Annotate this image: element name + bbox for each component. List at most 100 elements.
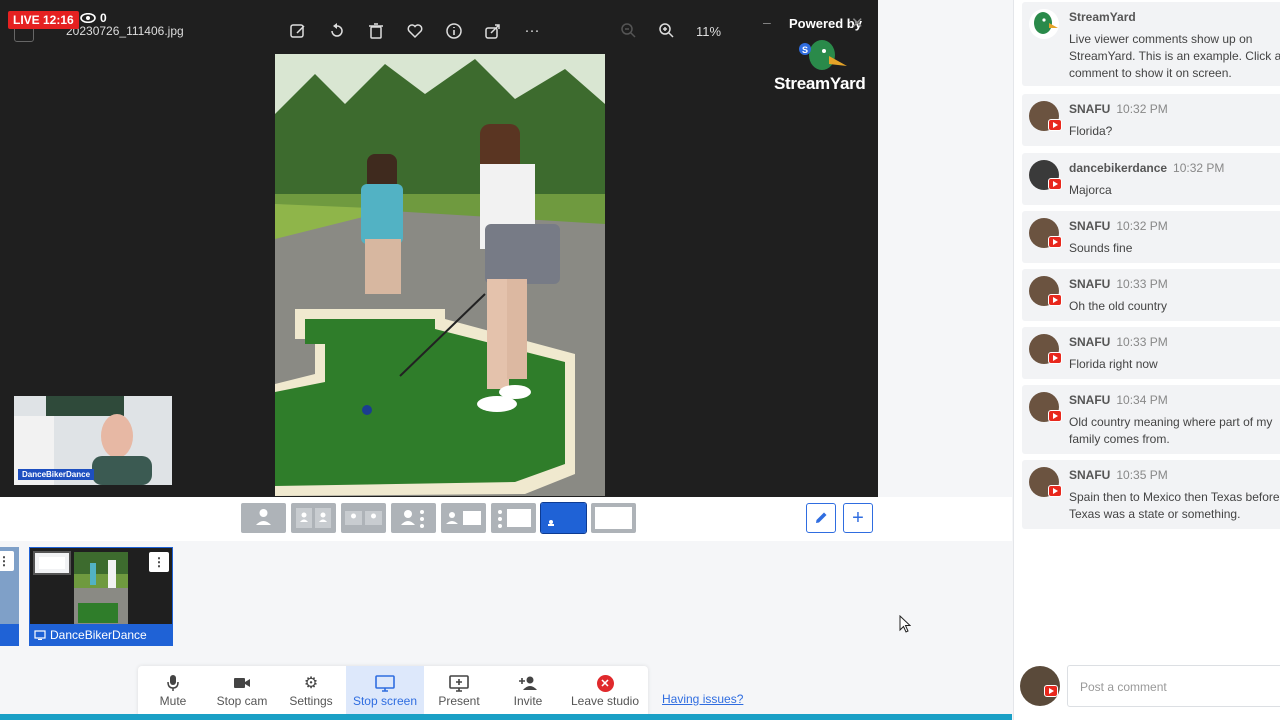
comment-text: Old country meaning where part of my fam… xyxy=(1069,415,1273,446)
leave-studio-button[interactable]: ✕ Leave studio xyxy=(562,666,648,720)
streamyard-wordmark: StreamYard xyxy=(774,74,866,93)
minimize-icon[interactable]: – xyxy=(763,14,771,30)
viewer-count: 0 xyxy=(80,11,107,25)
comment-author: SNAFU 10:33 PM xyxy=(1069,277,1168,291)
zoom-level: 11% xyxy=(696,24,722,39)
studio-controls: Mute Stop cam ⚙ Settings Stop screen Pre… xyxy=(138,666,648,720)
layout-solo-button[interactable] xyxy=(241,503,286,533)
comment-text: Majorca xyxy=(1069,183,1112,197)
comment-item[interactable]: StreamYard Live viewer comments show up … xyxy=(1022,2,1280,86)
mouse-cursor-icon xyxy=(899,615,911,633)
comment-item[interactable]: SNAFU 10:32 PM Sounds fine xyxy=(1022,211,1280,263)
layout-bar: + xyxy=(0,497,1012,541)
taskbar-strip xyxy=(0,714,1012,720)
svg-text:S: S xyxy=(802,45,808,55)
youtube-icon xyxy=(1044,685,1058,697)
comment-text: Sounds fine xyxy=(1069,241,1133,255)
zoom-in-icon[interactable] xyxy=(658,22,674,41)
comment-item[interactable]: SNAFU 10:34 PM Old country meaning where … xyxy=(1022,385,1280,454)
mute-button[interactable]: Mute xyxy=(138,666,208,720)
favorite-icon[interactable] xyxy=(405,22,425,40)
having-issues-link[interactable]: Having issues? xyxy=(662,692,743,706)
comment-text: Florida right now xyxy=(1069,357,1158,371)
streamyard-duck-icon xyxy=(1029,9,1059,39)
comment-input[interactable]: Post a comment xyxy=(1067,665,1280,707)
image-filename: 20230726_111406.jpg xyxy=(66,24,184,38)
stop-screen-button[interactable]: Stop screen xyxy=(346,666,424,720)
edit-layout-button[interactable] xyxy=(806,503,836,533)
comment-author: SNAFU 10:33 PM xyxy=(1069,335,1168,349)
comment-item[interactable]: SNAFU 10:33 PM Florida right now xyxy=(1022,327,1280,379)
comment-text: Oh the old country xyxy=(1069,299,1168,313)
close-circle-icon: ✕ xyxy=(596,674,614,692)
invite-label: Invite xyxy=(513,694,543,708)
close-icon[interactable]: ✕ xyxy=(851,14,864,32)
stop-cam-button[interactable]: Stop cam xyxy=(208,666,276,720)
shared-photo xyxy=(275,54,605,496)
settings-label: Settings xyxy=(289,694,333,708)
comment-text: Spain then to Mexico then Texas before T… xyxy=(1069,490,1280,521)
tile-menu-icon[interactable]: ⋮ xyxy=(0,551,14,571)
tile-name-bar: DanceBikerDance xyxy=(30,624,172,645)
mute-label: Mute xyxy=(159,694,187,708)
zoom-controls: 11% xyxy=(620,22,721,41)
rotate-icon[interactable] xyxy=(327,22,347,40)
layout-fullscreen-button[interactable] xyxy=(591,503,636,533)
stage-tile-screen[interactable]: ⋮ DanceBikerDance xyxy=(29,547,173,646)
edit-image-icon[interactable] xyxy=(288,22,308,40)
layout-thin-button[interactable] xyxy=(291,503,336,533)
present-icon xyxy=(449,672,469,694)
eye-icon xyxy=(80,13,96,23)
comment-author: dancebikerdance 10:32 PM xyxy=(1069,161,1225,175)
comment-item[interactable]: SNAFU 10:33 PM Oh the old country xyxy=(1022,269,1280,321)
youtube-icon xyxy=(1048,236,1062,248)
stage-canvas: 20230726_111406.jpg ··· 11% – Powered by… xyxy=(0,0,878,497)
viewer-count-value: 0 xyxy=(100,11,107,25)
camera-icon xyxy=(233,672,251,694)
layout-sidebar-button[interactable] xyxy=(491,503,536,533)
youtube-icon xyxy=(1048,485,1062,497)
delete-icon[interactable] xyxy=(366,22,386,40)
layout-options xyxy=(241,502,636,534)
tile-menu-icon[interactable]: ⋮ xyxy=(149,552,169,572)
comment-item[interactable]: SNAFU 10:35 PM Spain then to Mexico then … xyxy=(1022,460,1280,529)
layout-leader-button[interactable] xyxy=(391,503,436,533)
more-icon[interactable]: ··· xyxy=(522,22,542,40)
close-circle-wrap: ✕ xyxy=(596,672,614,694)
tile-name-bar-partial xyxy=(0,624,19,646)
comment-author: SNAFU 10:32 PM xyxy=(1069,102,1168,116)
layout-fullscreen-with-cam-button[interactable] xyxy=(540,502,587,534)
present-button[interactable]: Present xyxy=(424,666,494,720)
info-icon[interactable] xyxy=(444,22,464,40)
youtube-icon xyxy=(1048,119,1062,131)
viewer-tools: ··· xyxy=(288,22,542,40)
window-controls: – xyxy=(763,14,771,30)
comment-author: StreamYard xyxy=(1069,10,1136,24)
leave-studio-label: Leave studio xyxy=(570,694,640,708)
youtube-icon xyxy=(1048,178,1062,190)
layout-group-button[interactable] xyxy=(341,503,386,533)
zoom-out-icon[interactable] xyxy=(620,22,636,41)
comments-panel: StreamYard Live viewer comments show up … xyxy=(1013,0,1280,720)
settings-button[interactable]: ⚙ Settings xyxy=(276,666,346,720)
stop-cam-label: Stop cam xyxy=(216,694,268,708)
invite-button[interactable]: Invite xyxy=(494,666,562,720)
add-person-icon xyxy=(518,672,538,694)
comment-item[interactable]: SNAFU 10:32 PM Florida? xyxy=(1022,94,1280,146)
add-layout-button[interactable]: + xyxy=(843,503,873,533)
comment-text: Live viewer comments show up on StreamYa… xyxy=(1069,32,1280,80)
gear-icon: ⚙ xyxy=(303,675,319,692)
camera-name-tag: DanceBikerDance xyxy=(18,469,95,480)
comment-author: SNAFU 10:32 PM xyxy=(1069,219,1168,233)
monitor-icon xyxy=(375,672,395,694)
comment-item[interactable]: dancebikerdance 10:32 PM Majorca xyxy=(1022,153,1280,205)
youtube-icon xyxy=(1048,410,1062,422)
live-badge: LIVE 12:16 xyxy=(8,11,79,29)
stage-tile-partial[interactable]: ⋮ xyxy=(0,547,19,646)
layout-side-button[interactable] xyxy=(441,503,486,533)
youtube-icon xyxy=(1048,352,1062,364)
camera-feed[interactable]: DanceBikerDance xyxy=(14,396,172,485)
screen-share-icon xyxy=(34,629,46,640)
comment-author: SNAFU 10:34 PM xyxy=(1069,393,1168,407)
share-icon[interactable] xyxy=(483,22,503,40)
